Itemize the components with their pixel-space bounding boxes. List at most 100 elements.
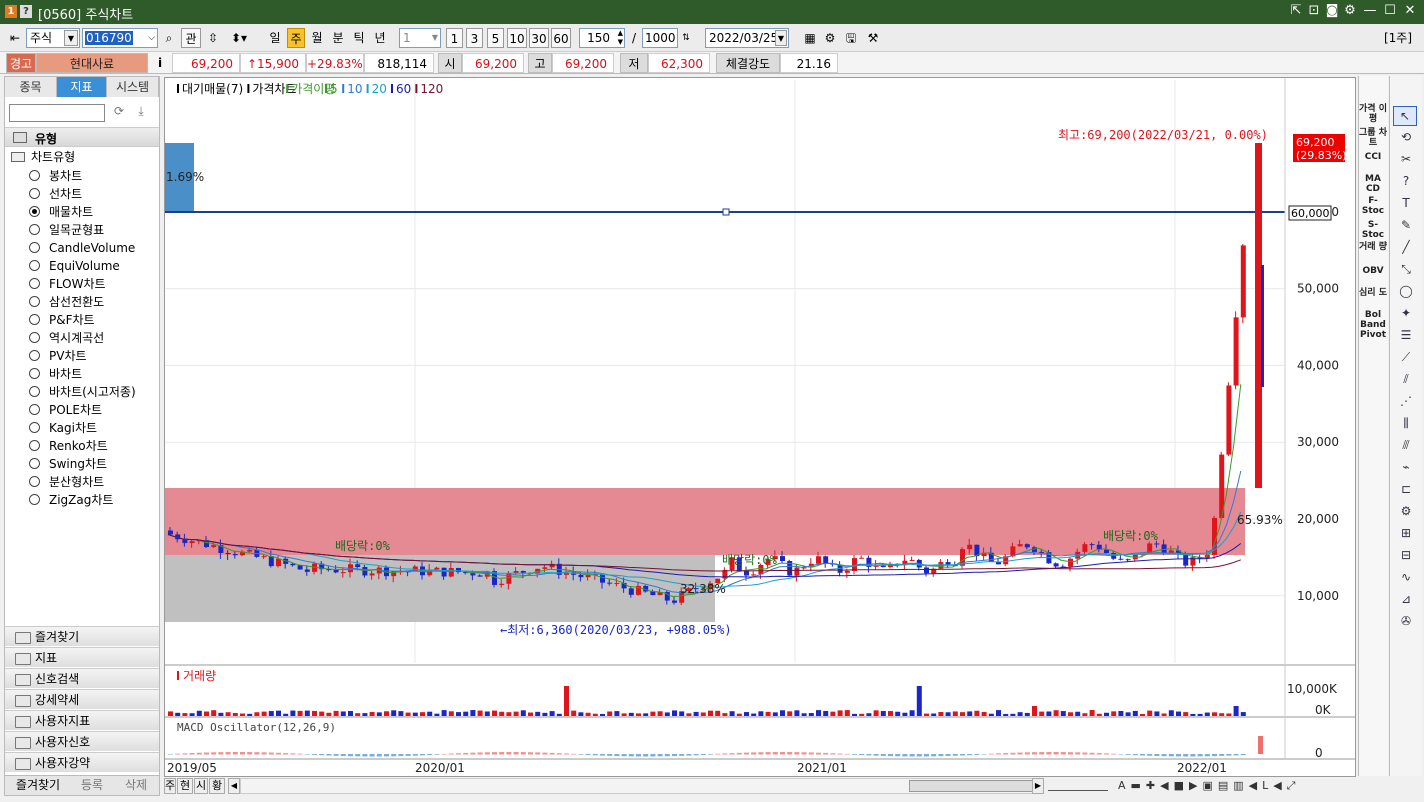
delete-button[interactable]: 삭제 [115,777,157,794]
chart-type-option[interactable]: POLE차트 [29,401,102,419]
sort-icon[interactable]: ⇳ [203,28,223,48]
gwan-button[interactable]: 관 [181,28,201,48]
minimize-icon[interactable]: — [1362,3,1378,19]
save-window-icon[interactable]: ⊡ [1306,3,1322,19]
radio-button[interactable] [29,440,40,451]
radio-button[interactable] [29,206,40,217]
drawing-tool-icon[interactable]: ◯ [1396,282,1416,300]
view-controls[interactable]: A▬✚◀■▶▣▤▥◀L◀⤢ [1118,777,1354,795]
drawing-tool-icon[interactable]: ⫽ [1396,370,1416,388]
period-month[interactable]: 월 [308,28,326,48]
search-input[interactable] [9,104,105,122]
chart-area[interactable]: 대기매물(7) 가격차트가격이평5 10 20 60 120 60,000 50,000 40,… [164,77,1356,777]
chart-type-option[interactable]: Swing차트 [29,455,107,473]
tree-chart-types[interactable]: 차트유형 [11,148,161,166]
maximize-icon[interactable]: ☐ [1382,3,1398,19]
favorites-button[interactable]: 즐겨찾기 [7,777,69,794]
drawing-tool-icon[interactable]: ☰ [1396,326,1416,344]
radio-button[interactable] [29,188,40,199]
link-icon[interactable]: ⇱ [1288,3,1304,19]
quick-1[interactable]: 1 [446,28,463,48]
drawing-tool-icon[interactable]: ⊟ [1396,546,1416,564]
chart-type-option[interactable]: PV차트 [29,347,87,365]
drawing-tool-icon[interactable]: ⋰ [1396,392,1416,410]
period-year[interactable]: 년 [371,28,389,48]
radio-button[interactable] [29,476,40,487]
drawing-tool-icon[interactable]: ⟲ [1396,128,1416,146]
interval-select[interactable]: 1 ▼ [399,28,441,48]
radio-button[interactable] [29,386,40,397]
indicator-tool-button[interactable]: OBV [1358,266,1388,276]
radio-button[interactable] [29,332,40,343]
updown-icon[interactable]: ⬍▾ [226,28,252,48]
period-week[interactable]: 주 [287,28,305,48]
chart-type-option[interactable]: 바차트(시고저종) [29,383,136,401]
quick-60[interactable]: 60 [551,28,571,48]
close-icon[interactable]: ✕ [1402,3,1418,19]
scroll-thumb[interactable] [909,780,1033,792]
first-icon[interactable]: ⇤ [6,28,24,48]
chart-type-option[interactable]: 봉차트 [29,167,82,185]
radio-button[interactable] [29,296,40,307]
chart-type-option[interactable]: CandleVolume [29,239,135,257]
scroll-left-icon[interactable]: ◀ [228,778,240,794]
radio-button[interactable] [29,278,40,289]
chart-type-option[interactable]: 역시계곡선 [29,329,104,347]
drawing-tool-icon[interactable]: ⌁ [1396,458,1416,476]
bottom-tab-3[interactable]: 황 [209,778,225,794]
folder-item[interactable]: 사용자지표 [5,710,159,730]
stepper-icon[interactable]: ⇅ [678,28,694,48]
drawing-tool-icon[interactable]: ⚙ [1396,502,1416,520]
help-icon[interactable]: ? [20,5,32,18]
folder-item[interactable]: 신호검색 [5,668,159,688]
settings-icon[interactable]: ⚙ [821,28,839,48]
radio-button[interactable] [29,170,40,181]
total-input[interactable]: 1000 [642,28,678,48]
drawing-tool-icon[interactable]: ⫻ [1396,436,1416,454]
zoom-slider[interactable] [1048,781,1108,791]
radio-button[interactable] [29,368,40,379]
indicator-tool-button[interactable]: F-Stoc [1358,196,1388,216]
drawing-tool-icon[interactable]: ⤡ [1396,260,1416,278]
count-stepper[interactable]: 150 ▲ ▼ [579,28,625,48]
period-day[interactable]: 일 [266,28,284,48]
search-icon[interactable]: ⌕ [160,28,178,48]
radio-button[interactable] [29,422,40,433]
chart-type-option[interactable]: Kagi차트 [29,419,97,437]
drawing-tool-icon[interactable]: ⫼ [1396,414,1416,432]
chart-type-option[interactable]: 일목균형표 [29,221,104,239]
folder-item[interactable]: 사용자강약 [5,752,159,772]
date-select[interactable]: 2022/03/25 ▼ [705,28,789,48]
chart-type-option[interactable]: FLOW차트 [29,275,106,293]
period-tick[interactable]: 틱 [350,28,368,48]
drawing-tool-icon[interactable]: ? [1396,172,1416,190]
tab-system[interactable]: 시스템 [107,77,159,97]
chart-type-option[interactable]: 선차트 [29,185,82,203]
quick-30[interactable]: 30 [529,28,549,48]
radio-button[interactable] [29,242,40,253]
folder-item[interactable]: 지표 [5,647,159,667]
chart-type-option[interactable]: ZigZag차트 [29,491,113,509]
radio-button[interactable] [29,494,40,505]
radio-button[interactable] [29,458,40,469]
indicator-tool-button[interactable]: Bol Band [1358,310,1388,330]
radio-button[interactable] [29,404,40,415]
folder-item[interactable]: 즐겨찾기 [5,626,159,646]
chart-type-option[interactable]: 분산형차트 [29,473,104,491]
stock-code-input[interactable]: 016790 ⌵ [82,28,158,48]
drawing-tool-icon[interactable]: ✦ [1396,304,1416,322]
indicator-tool-button[interactable]: 그룹 차트 [1358,128,1388,148]
bottom-tab-0[interactable]: 주 [164,778,176,794]
folder-item[interactable]: 사용자신호 [5,731,159,751]
indicator-tool-button[interactable]: CCI [1358,152,1388,162]
chart-type-option[interactable]: 바차트 [29,365,82,383]
quick-10[interactable]: 10 [507,28,527,48]
refresh-icon[interactable]: ⟳ [111,104,127,122]
download-icon[interactable]: ⤓ [133,104,149,122]
drawing-tool-icon[interactable]: ✎ [1396,216,1416,234]
drawing-tool-icon[interactable]: T [1396,194,1416,212]
indicator-tool-button[interactable]: 거래 량 [1358,242,1388,252]
chart-type-option[interactable]: 삼선전환도 [29,293,104,311]
tree-header[interactable]: 유형 [5,127,159,147]
register-button[interactable]: 등록 [71,777,113,794]
